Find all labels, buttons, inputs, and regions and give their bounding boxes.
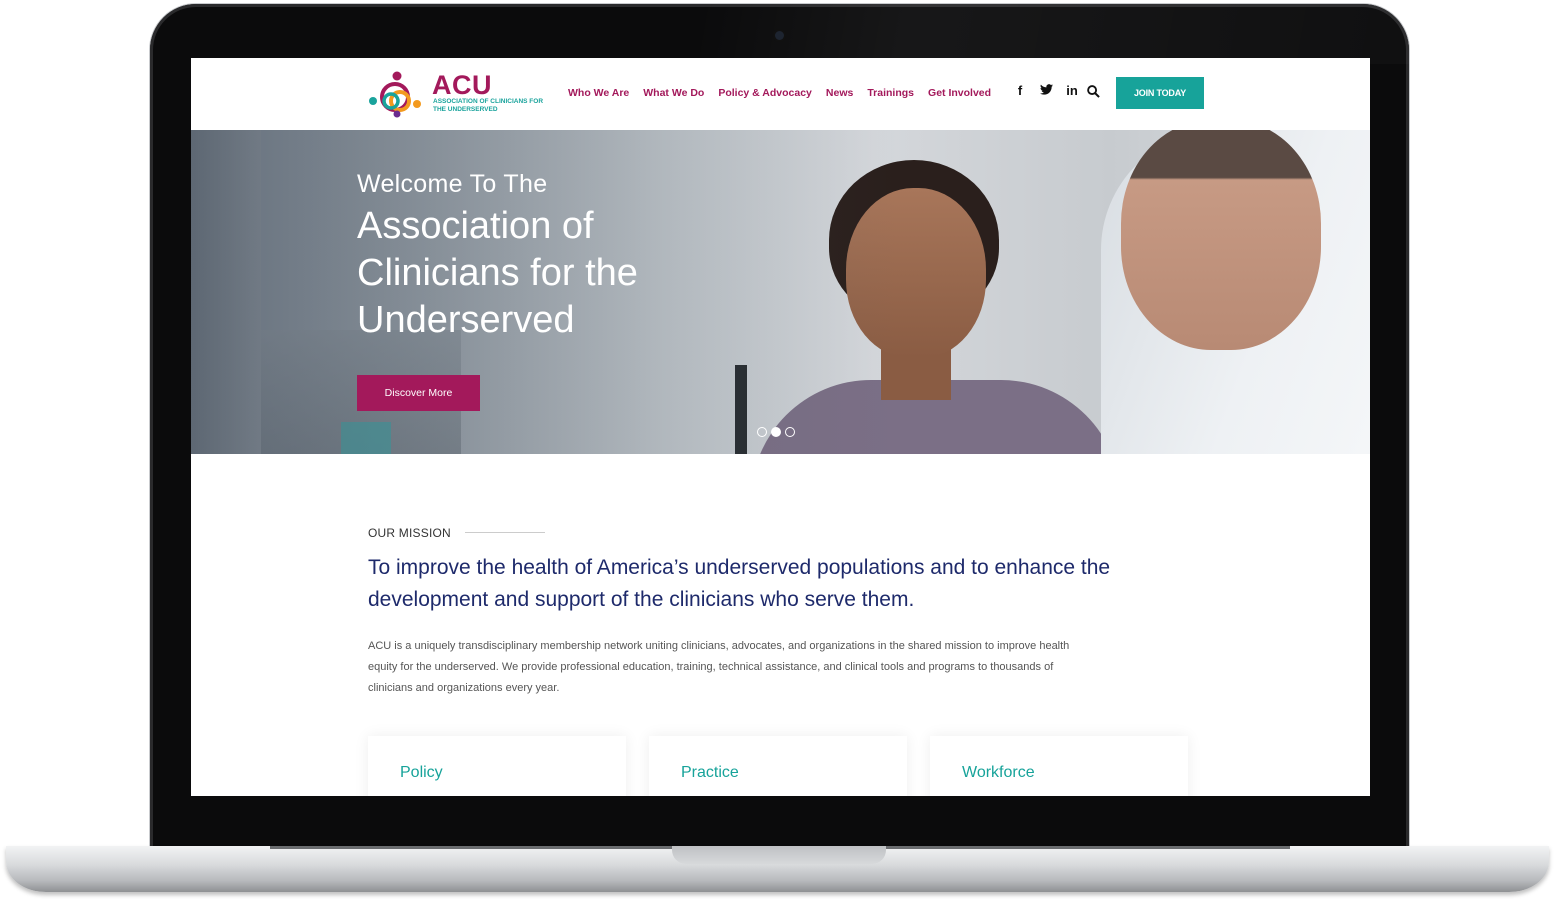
- card-practice[interactable]: Practice: [649, 736, 907, 796]
- twitter-icon[interactable]: [1039, 83, 1053, 98]
- lid-sheen: [700, 4, 1409, 64]
- hero-text: Welcome To The Association of Clinicians…: [357, 170, 697, 344]
- social-links: f in: [1013, 83, 1091, 98]
- card-workforce[interactable]: Workforce: [930, 736, 1188, 796]
- laptop-notch: [672, 846, 886, 864]
- facebook-icon[interactable]: f: [1013, 83, 1027, 98]
- search-icon[interactable]: [1087, 85, 1100, 98]
- site-logo[interactable]: ACU Association of Clinicians for the Un…: [367, 70, 547, 120]
- logo-subtitle: Association of Clinicians for the Unders…: [433, 98, 544, 113]
- mission-label-row: OUR MISSION: [368, 524, 1168, 542]
- slider-dots: [757, 427, 795, 437]
- card-title: Policy: [400, 764, 443, 781]
- main-nav: Who We Are What We Do Policy & Advocacy …: [568, 87, 1005, 99]
- slider-dot-3[interactable]: [785, 427, 795, 437]
- logo-text: ACU: [432, 70, 492, 100]
- acu-logo-icon: [369, 71, 421, 118]
- webcam: [775, 31, 784, 40]
- nav-what-we-do[interactable]: What We Do: [643, 87, 704, 99]
- nav-get-involved[interactable]: Get Involved: [928, 87, 991, 99]
- hero-title: Association of Clinicians for the Unders…: [357, 205, 638, 341]
- browser-screen: ACU Association of Clinicians for the Un…: [191, 58, 1370, 796]
- card-title: Workforce: [962, 764, 1035, 781]
- site-header: ACU Association of Clinicians for the Un…: [191, 58, 1370, 130]
- hero-pre-title: Welcome To The: [357, 170, 548, 198]
- nav-who-we-are[interactable]: Who We Are: [568, 87, 629, 99]
- nav-policy-advocacy[interactable]: Policy & Advocacy: [718, 87, 812, 99]
- discover-more-button[interactable]: Discover More: [357, 375, 480, 411]
- card-title: Practice: [681, 764, 739, 781]
- mission-label: OUR MISSION: [368, 526, 451, 540]
- mission-heading: To improve the health of America’s under…: [368, 556, 1111, 611]
- hero-slider: Welcome To The Association of Clinicians…: [191, 130, 1370, 454]
- nav-news[interactable]: News: [826, 87, 853, 99]
- linkedin-icon[interactable]: in: [1065, 83, 1079, 98]
- slider-dot-1[interactable]: [757, 427, 767, 437]
- slider-dot-2[interactable]: [771, 427, 781, 437]
- card-policy[interactable]: Policy: [368, 736, 626, 796]
- mission-body: ACU is a uniquely transdisciplinary memb…: [368, 640, 1070, 694]
- nav-trainings[interactable]: Trainings: [867, 87, 914, 99]
- join-today-button[interactable]: JOIN TODAY: [1116, 77, 1204, 109]
- mission-divider: [465, 532, 546, 534]
